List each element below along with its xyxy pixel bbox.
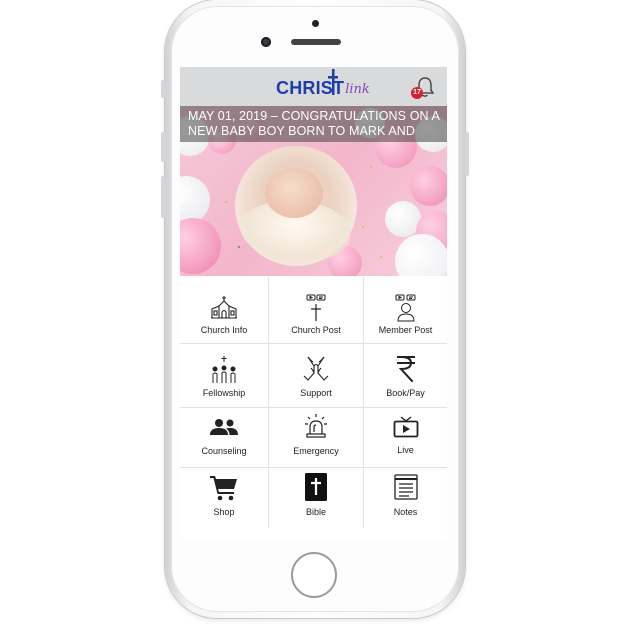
- earpiece-speaker: [291, 39, 341, 45]
- logo-script-text: link: [345, 82, 370, 97]
- menu-label: Notes: [393, 507, 418, 517]
- people-icon: [210, 419, 238, 435]
- confetti: [238, 246, 240, 248]
- menu-item-counseling[interactable]: Counseling: [180, 408, 269, 468]
- confetti: [370, 166, 372, 168]
- member-post-icon: [395, 294, 415, 322]
- banner-caption: MAY 01, 2019 – CONGRATULATIONS ON A NEW …: [180, 106, 447, 142]
- menu-label: Live: [397, 445, 414, 455]
- confetti: [380, 256, 382, 258]
- balloon: [180, 176, 210, 224]
- balloon: [395, 234, 447, 276]
- home-button[interactable]: [291, 552, 337, 598]
- menu-item-emergency[interactable]: Emergency: [269, 408, 364, 468]
- tv-play-icon: [393, 416, 418, 438]
- app-logo[interactable]: CHRIST link: [276, 69, 370, 98]
- menu-label: Emergency: [293, 446, 339, 456]
- church-icon: [211, 296, 237, 319]
- menu-label: Church Info: [200, 325, 248, 335]
- menu-item-church-info[interactable]: Church Info: [180, 277, 269, 344]
- balloon: [180, 218, 221, 274]
- menu-item-member-post[interactable]: Member Post: [364, 277, 447, 344]
- menu-label: Fellowship: [202, 388, 246, 398]
- confetti: [225, 201, 227, 203]
- menu-label: Support: [300, 388, 332, 398]
- mute-switch: [161, 80, 165, 98]
- praying-hands-icon: [303, 356, 329, 381]
- menu-label: Counseling: [201, 446, 247, 456]
- logo-cross-icon: [328, 69, 338, 95]
- front-camera: [261, 37, 271, 47]
- menu-label: Bible: [305, 507, 326, 517]
- notification-badge: 17: [411, 87, 423, 99]
- menu-label: Member Post: [378, 325, 433, 335]
- bible-icon: [305, 473, 327, 501]
- menu-item-bible[interactable]: Bible: [269, 468, 364, 528]
- menu-item-support[interactable]: Support: [269, 344, 364, 408]
- baby-photo: [265, 168, 323, 218]
- menu-item-book-pay[interactable]: Book/Pay: [364, 344, 447, 408]
- balloon: [410, 166, 447, 206]
- volume-down-button: [161, 176, 165, 218]
- menu-item-live[interactable]: Live: [364, 408, 447, 468]
- proximity-sensor: [312, 20, 319, 27]
- menu-item-notes[interactable]: Notes: [364, 468, 447, 528]
- menu-item-church-post[interactable]: Church Post: [269, 277, 364, 344]
- menu-label: Book/Pay: [386, 388, 425, 398]
- banner-caption-text: MAY 01, 2019 – CONGRATULATIONS ON A NEW …: [188, 109, 440, 138]
- cart-icon: [210, 476, 237, 501]
- menu-item-shop[interactable]: Shop: [180, 468, 269, 528]
- siren-icon: [305, 414, 327, 438]
- fellowship-icon: [212, 356, 236, 383]
- app-header: CHRIST link 17: [180, 67, 447, 106]
- menu-label: Church Post: [291, 325, 341, 335]
- notes-icon: [393, 474, 418, 500]
- menu-label: Shop: [213, 507, 235, 517]
- announcement-banner[interactable]: MAY 01, 2019 – CONGRATULATIONS ON A NEW …: [180, 106, 447, 276]
- rupee-icon: [396, 355, 415, 383]
- power-button: [465, 132, 469, 176]
- app-screen: CHRIST link 17 MAY 01, 2019 – CONGRATULA…: [180, 67, 447, 538]
- confetti: [362, 226, 364, 228]
- cross-post-icon: [306, 294, 326, 321]
- volume-up-button: [161, 132, 165, 162]
- menu-item-fellowship[interactable]: Fellowship: [180, 344, 269, 408]
